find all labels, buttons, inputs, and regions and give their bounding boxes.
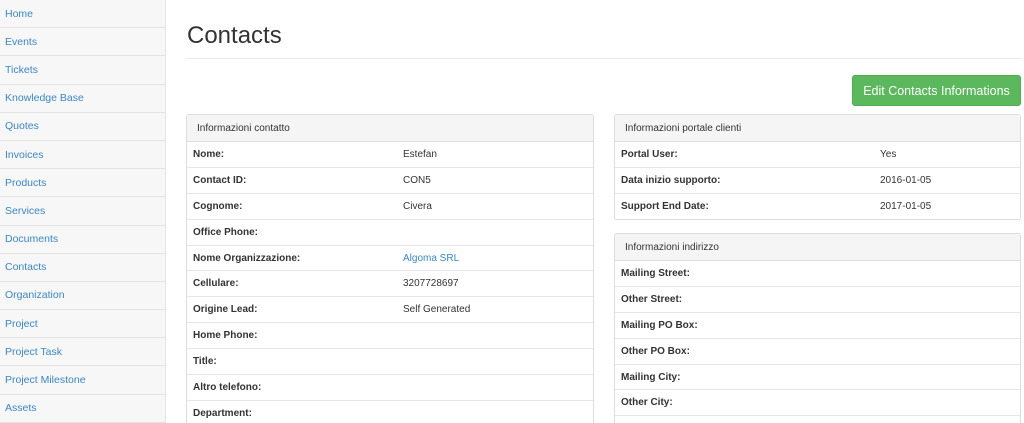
field-row: Home Phone:: [187, 323, 593, 350]
panel-heading: Informazioni portale clienti: [615, 115, 1020, 142]
field-row: Mailing City:: [615, 365, 1020, 391]
field-row: Other City:: [615, 390, 1020, 417]
sidebar-item-assets[interactable]: Assets: [0, 395, 165, 423]
field-label: Mailing City:: [621, 371, 681, 383]
field-row: Altro telefono:: [187, 375, 593, 401]
field-label: Contact ID:: [193, 174, 247, 186]
field-label: Mailing PO Box:: [621, 319, 698, 331]
field-row: Nome Organizzazione: Algoma SRL: [187, 246, 593, 272]
sidebar-item-events[interactable]: Events: [0, 28, 165, 57]
field-value: 3207728697: [403, 278, 459, 290]
field-row: Contact ID: CON5: [187, 168, 593, 194]
title-divider: [187, 58, 1021, 59]
field-value: 2016-01-05: [880, 174, 932, 186]
sidebar-item-quotes[interactable]: Quotes: [0, 113, 165, 141]
contact-info-panel: Informazioni contatto Nome: Estefan Cont…: [186, 114, 594, 423]
sidebar-item-home[interactable]: Home: [0, 0, 165, 29]
field-label: Department:: [193, 408, 252, 420]
field-label: Cellulare:: [193, 278, 239, 290]
field-value: 2017-01-05: [880, 201, 932, 213]
field-label: Other City:: [621, 397, 673, 409]
sidebar-item-knowledge-base[interactable]: Knowledge Base: [0, 85, 165, 113]
field-row: Other PO Box:: [615, 339, 1020, 365]
sidebar-item-project-task[interactable]: Project Task: [0, 338, 165, 367]
field-label: Mailing Street:: [621, 267, 690, 279]
field-row: Cognome: Civera: [187, 194, 593, 220]
sidebar-item-products[interactable]: Products: [0, 169, 165, 198]
sidebar-item-invoices[interactable]: Invoices: [0, 141, 165, 170]
field-label: Other PO Box:: [621, 345, 690, 357]
field-value: Yes: [880, 148, 897, 160]
address-info-panel: Informazioni indirizzo Mailing Street: O…: [614, 233, 1021, 423]
portal-info-panel: Informazioni portale clienti Portal User…: [614, 114, 1021, 220]
field-value: Estefan: [403, 148, 437, 160]
field-label: Portal User:: [621, 148, 678, 160]
field-row: Portal User: Yes: [615, 142, 1020, 168]
field-row: [615, 416, 1020, 423]
field-label: Support End Date:: [621, 201, 709, 213]
field-row: Nome: Estefan: [187, 142, 593, 168]
edit-contacts-button[interactable]: Edit Contacts Informations: [852, 75, 1021, 106]
field-row: Support End Date: 2017-01-05: [615, 194, 1020, 219]
field-row: Office Phone:: [187, 220, 593, 246]
field-label: Origine Lead:: [193, 304, 258, 316]
field-row: Mailing PO Box:: [615, 313, 1020, 339]
field-row: Title:: [187, 349, 593, 376]
field-label: Other Street:: [621, 293, 683, 305]
field-row: Origine Lead: Self Generated: [187, 297, 593, 324]
field-label: Data inizio supporto:: [621, 174, 721, 186]
field-value: Civera: [403, 200, 432, 212]
organization-link[interactable]: Algoma SRL: [403, 253, 459, 264]
field-row: Data inizio supporto: 2016-01-05: [615, 168, 1020, 194]
field-value: CON5: [403, 174, 431, 186]
field-label: Nome:: [193, 148, 225, 160]
field-row: Cellulare: 3207728697: [187, 271, 593, 298]
field-label: Title:: [193, 356, 217, 368]
sidebar-item-services[interactable]: Services: [0, 197, 165, 226]
field-row: Mailing Street:: [615, 261, 1020, 287]
field-label: Office Phone:: [193, 226, 259, 238]
field-value: Self Generated: [403, 304, 471, 316]
field-label: Nome Organizzazione:: [193, 252, 301, 264]
field-row: Other Street:: [615, 287, 1020, 313]
page-title: Contacts: [187, 22, 282, 49]
panel-heading: Informazioni indirizzo: [615, 234, 1020, 261]
sidebar-nav: Home Events Tickets Knowledge Base Quote…: [0, 0, 166, 423]
field-label: Altro telefono:: [193, 381, 262, 393]
sidebar-item-project-milestone[interactable]: Project Milestone: [0, 366, 165, 395]
sidebar-item-contacts[interactable]: Contacts: [0, 254, 165, 282]
panel-heading: Informazioni contatto: [187, 115, 593, 142]
sidebar-item-documents[interactable]: Documents: [0, 226, 165, 254]
sidebar-item-organization[interactable]: Organization: [0, 282, 165, 311]
field-label: Home Phone:: [193, 330, 258, 342]
field-row: Department:: [187, 401, 593, 423]
sidebar-item-project[interactable]: Project: [0, 310, 165, 339]
sidebar-item-tickets[interactable]: Tickets: [0, 56, 165, 85]
field-label: Cognome:: [193, 200, 243, 212]
